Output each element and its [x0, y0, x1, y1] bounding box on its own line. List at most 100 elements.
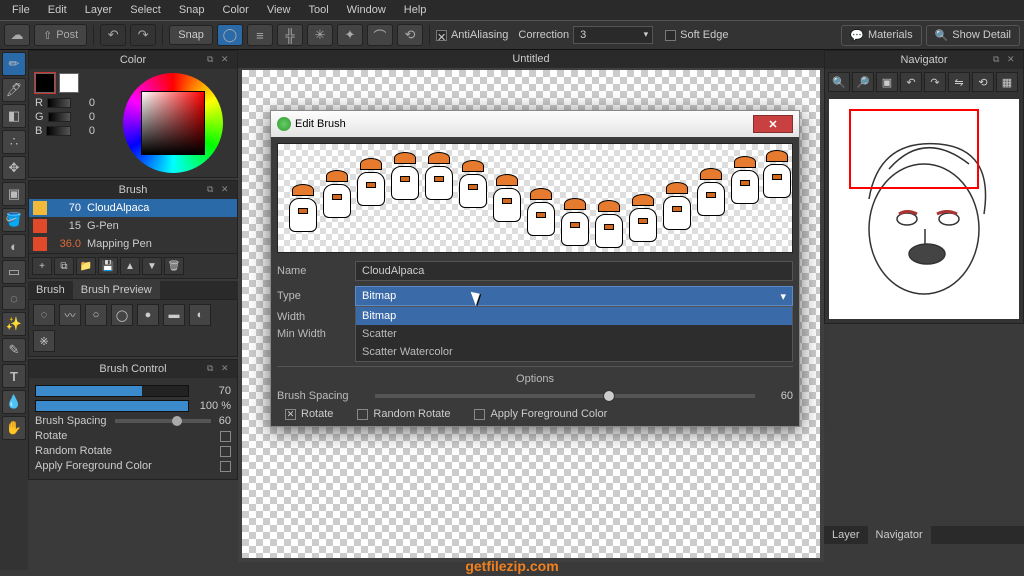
tab-navigator[interactable]: Navigator: [868, 526, 931, 544]
snap-burst-icon[interactable]: ✳: [307, 24, 333, 46]
brush-shape[interactable]: ◌: [33, 304, 55, 326]
brush-save-icon[interactable]: 💾: [98, 257, 118, 275]
brush-dup-icon[interactable]: ⧉: [54, 257, 74, 275]
snap-star-icon[interactable]: ✦: [337, 24, 363, 46]
brush-shape[interactable]: ※: [33, 330, 55, 352]
navigator-preview[interactable]: [829, 99, 1019, 319]
softedge-checkbox[interactable]: Soft Edge: [665, 29, 728, 41]
snap-reset-icon[interactable]: ⟲: [397, 24, 423, 46]
undo-button[interactable]: ↶: [100, 24, 126, 46]
pen-tool-icon[interactable]: 🖊: [2, 78, 26, 102]
correction-select[interactable]: 3: [573, 26, 653, 44]
menu-file[interactable]: File: [4, 2, 38, 18]
background-swatch[interactable]: [59, 73, 79, 93]
brush-shape[interactable]: ●: [137, 304, 159, 326]
select-rect-tool-icon[interactable]: ▭: [2, 260, 26, 284]
brush-shape[interactable]: ◐: [189, 304, 211, 326]
menu-window[interactable]: Window: [339, 2, 394, 18]
zoom-out-icon[interactable]: 🔎: [852, 72, 874, 92]
type-option-bitmap[interactable]: Bitmap: [356, 307, 792, 325]
close-icon[interactable]: ✕: [221, 363, 233, 375]
detach-icon[interactable]: ⧉: [207, 184, 219, 196]
brush-tool-icon[interactable]: ✏: [2, 52, 26, 76]
eyedropper-tool-icon[interactable]: 💧: [2, 390, 26, 414]
foreground-swatch[interactable]: [35, 73, 55, 93]
detach-icon[interactable]: ⧉: [207, 54, 219, 66]
brush-item-cloudalpaca[interactable]: 70CloudAlpaca: [29, 199, 237, 217]
reset-icon[interactable]: ⟲: [972, 72, 994, 92]
type-dropdown[interactable]: Bitmap Bitmap Scatter Scatter Watercolor: [355, 286, 793, 306]
brush-up-icon[interactable]: ▲: [120, 257, 140, 275]
random-rotate-checkbox-dlg[interactable]: Random Rotate: [357, 408, 450, 420]
text-tool-icon[interactable]: T: [2, 364, 26, 388]
menu-color[interactable]: Color: [215, 2, 257, 18]
rotate-checkbox[interactable]: [220, 431, 231, 442]
dialog-titlebar[interactable]: Edit Brush ✕: [271, 111, 799, 137]
rotate-right-icon[interactable]: ↷: [924, 72, 946, 92]
size-slider[interactable]: [35, 385, 189, 397]
applyfg-checkbox-dlg[interactable]: Apply Foreground Color: [474, 408, 607, 420]
menu-edit[interactable]: Edit: [40, 2, 75, 18]
brush-folder-icon[interactable]: 📁: [76, 257, 96, 275]
brush-add-icon[interactable]: +: [32, 257, 52, 275]
menu-tool[interactable]: Tool: [300, 2, 336, 18]
menu-view[interactable]: View: [259, 2, 299, 18]
detach-icon[interactable]: ⧉: [207, 363, 219, 375]
brush-down-icon[interactable]: ▼: [142, 257, 162, 275]
tab-layer[interactable]: Layer: [824, 526, 868, 544]
antialias-checkbox[interactable]: ✕AntiAliasing: [436, 29, 508, 41]
brush-spacing-slider[interactable]: [375, 394, 755, 398]
opacity-slider[interactable]: [35, 400, 189, 412]
close-icon[interactable]: ✕: [1007, 54, 1019, 66]
brush-shape[interactable]: ◯: [111, 304, 133, 326]
grid-icon[interactable]: ▦: [996, 72, 1018, 92]
type-option-scatter-watercolor[interactable]: Scatter Watercolor: [356, 343, 792, 361]
bucket-tool-icon[interactable]: 🪣: [2, 208, 26, 232]
brush-item-mapping[interactable]: 36.0Mapping Pen: [29, 235, 237, 253]
materials-button[interactable]: 💬 Materials: [841, 25, 921, 46]
random-checkbox[interactable]: [220, 446, 231, 457]
rotate-checkbox-dlg[interactable]: ✕Rotate: [285, 408, 333, 420]
move-tool-icon[interactable]: ✥: [2, 156, 26, 180]
applyfg-checkbox[interactable]: [220, 461, 231, 472]
gradient-tool-icon[interactable]: ◐: [2, 234, 26, 258]
tab-brush-preview[interactable]: Brush Preview: [73, 281, 160, 299]
zoom-in-icon[interactable]: 🔍: [828, 72, 850, 92]
dot-tool-icon[interactable]: ∴: [2, 130, 26, 154]
spacing-slider[interactable]: [115, 419, 211, 423]
tab-brush[interactable]: Brush: [28, 281, 73, 299]
cloud-icon[interactable]: ☁: [4, 24, 30, 46]
brush-shape[interactable]: ○: [85, 304, 107, 326]
dialog-close-button[interactable]: ✕: [753, 115, 793, 133]
lasso-tool-icon[interactable]: ◌: [2, 286, 26, 310]
g-slider[interactable]: [48, 112, 71, 122]
wand-tool-icon[interactable]: ✨: [2, 312, 26, 336]
viewport-indicator[interactable]: [849, 109, 979, 189]
close-icon[interactable]: ✕: [221, 54, 233, 66]
brush-shape[interactable]: ▬: [163, 304, 185, 326]
hand-tool-icon[interactable]: ✋: [2, 416, 26, 440]
fit-icon[interactable]: ▣: [876, 72, 898, 92]
snap-lines-icon[interactable]: ≡: [247, 24, 273, 46]
brush-item-gpen[interactable]: 15G-Pen: [29, 217, 237, 235]
name-input[interactable]: CloudAlpaca: [355, 261, 793, 281]
b-slider[interactable]: [46, 126, 71, 136]
snap-curve-icon[interactable]: ⌒: [367, 24, 393, 46]
rotate-left-icon[interactable]: ↶: [900, 72, 922, 92]
menu-help[interactable]: Help: [396, 2, 435, 18]
flip-h-icon[interactable]: ⇋: [948, 72, 970, 92]
brush-shape[interactable]: 〰: [59, 304, 81, 326]
detach-icon[interactable]: ⧉: [993, 54, 1005, 66]
showdetail-button[interactable]: 🔍 Show Detail: [926, 25, 1020, 46]
snap-circle-icon[interactable]: ◯: [217, 24, 243, 46]
menu-snap[interactable]: Snap: [171, 2, 213, 18]
post-button[interactable]: ⇧ Post: [34, 24, 87, 46]
fill-tool-icon[interactable]: ▣: [2, 182, 26, 206]
r-slider[interactable]: [47, 98, 71, 108]
brush-delete-icon[interactable]: 🗑: [164, 257, 184, 275]
selectpen-tool-icon[interactable]: ✎: [2, 338, 26, 362]
snap-label[interactable]: Snap: [169, 25, 213, 45]
type-option-scatter[interactable]: Scatter: [356, 325, 792, 343]
snap-grid-icon[interactable]: ╬: [277, 24, 303, 46]
close-icon[interactable]: ✕: [221, 184, 233, 196]
